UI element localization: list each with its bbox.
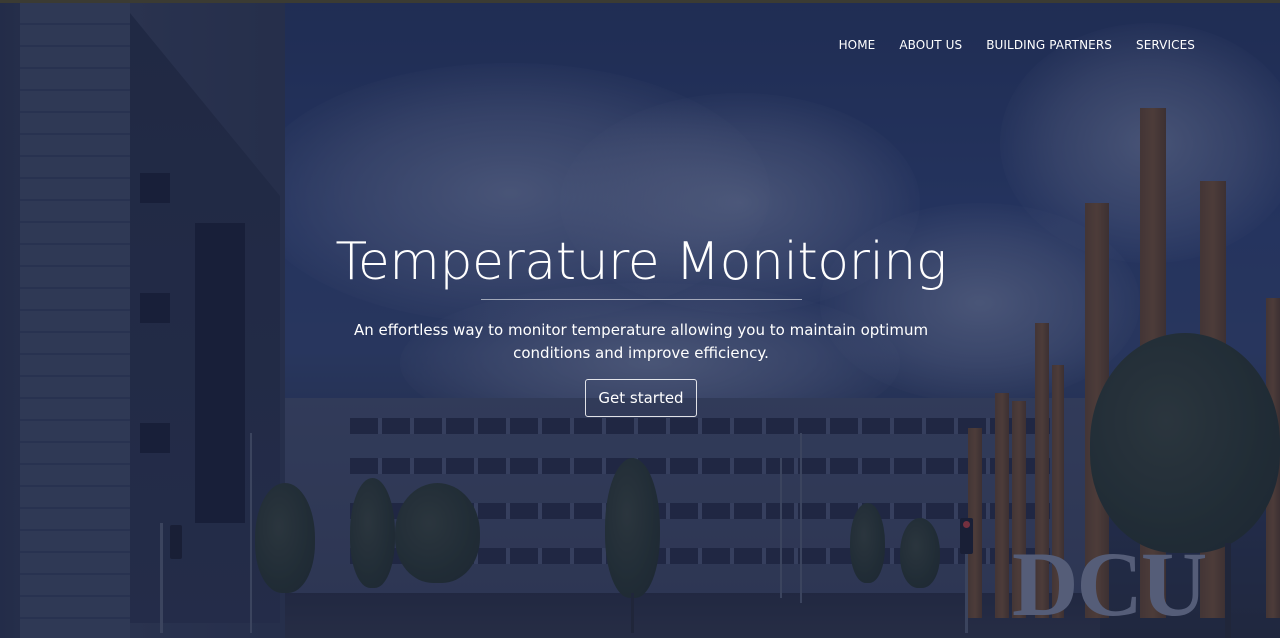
get-started-button[interactable]: Get started — [585, 379, 697, 417]
nav-building-partners-link[interactable]: BUILDING PARTNERS — [986, 38, 1112, 52]
hero-subtitle: An effortless way to monitor temperature… — [353, 321, 929, 362]
hero-content: Temperature Monitoring An effortless way… — [290, 228, 992, 417]
hero-title: Temperature Monitoring — [335, 232, 947, 292]
hero-divider — [480, 299, 802, 300]
nav-services-link[interactable]: SERVICES — [1136, 38, 1195, 52]
main-nav: HOME ABOUT US BUILDING PARTNERS SERVICES — [839, 38, 1195, 52]
nav-home-link[interactable]: HOME — [839, 38, 876, 52]
nav-about-us-link[interactable]: ABOUT US — [899, 38, 962, 52]
